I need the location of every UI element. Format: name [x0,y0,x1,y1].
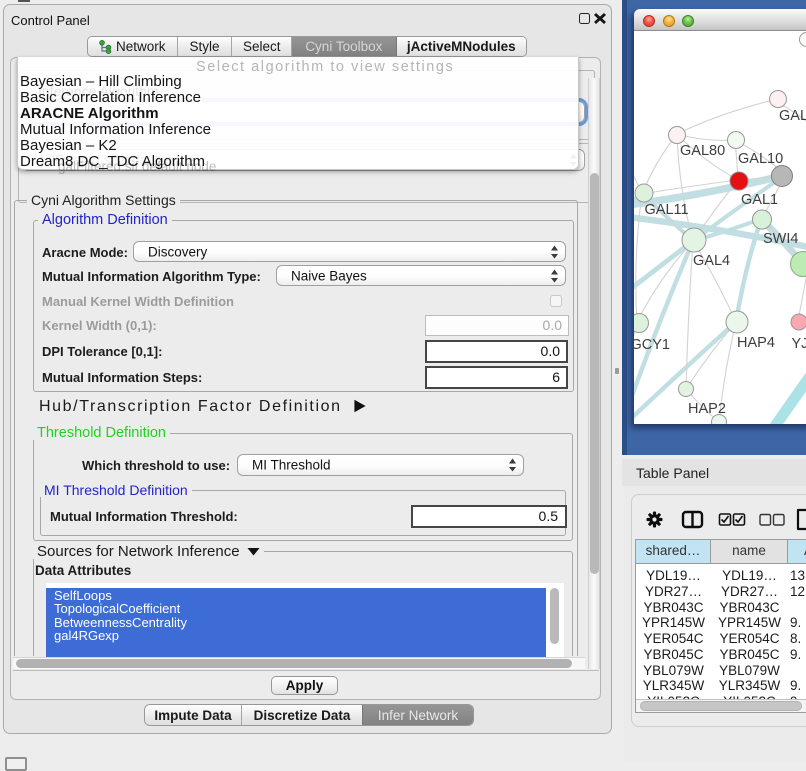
svg-text:SWI4: SWI4 [763,231,798,247]
svg-text:HAP2: HAP2 [688,401,726,417]
svg-text:GAL11: GAL11 [645,202,689,218]
svg-text:GAL80: GAL80 [680,143,725,159]
svg-text:GAL1: GAL1 [741,192,778,208]
svg-text:GCY1: GCY1 [634,337,670,353]
svg-text:GAL4: GAL4 [693,253,730,269]
svg-text:HAP4: HAP4 [737,335,775,351]
svg-text:GAL10: GAL10 [738,151,783,167]
svg-text:YJ: YJ [792,336,806,352]
svg-text:GAL2: GAL2 [779,108,806,124]
